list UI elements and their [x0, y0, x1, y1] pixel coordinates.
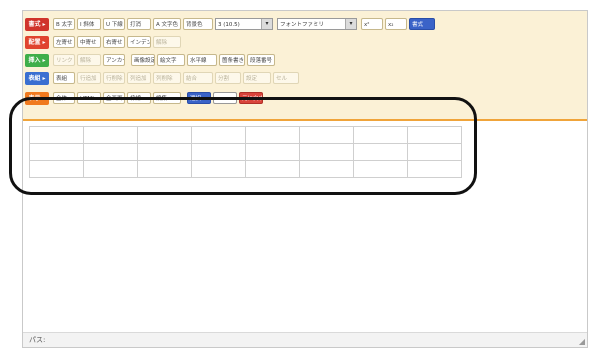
toolbar-button[interactable]: U 下線: [103, 18, 125, 30]
toolbar-button[interactable]: 列追加: [127, 72, 151, 84]
toolbar-button[interactable]: セル: [273, 72, 299, 84]
toolbar-button[interactable]: B 太字: [53, 18, 75, 30]
toolbar-button[interactable]: 絵文字: [157, 54, 185, 66]
toolbar-row-4: 表組 ▸ 表組 行追加 行削除 列追加 列削除 結合 分割 設定 セル: [25, 71, 585, 87]
chevron-down-icon: ▾: [345, 19, 356, 29]
toolbar-button[interactable]: 解除: [77, 54, 101, 66]
toolbar-row-2: 配置 ▸ 左寄せ中寄せ右寄せインデント解除: [25, 35, 585, 51]
toolbar-button[interactable]: 解除: [153, 36, 181, 48]
category-button-4[interactable]: 表組 ▸: [25, 72, 49, 85]
toolbar-button[interactable]: 打消: [127, 18, 151, 30]
toolbar-button[interactable]: x²: [361, 18, 383, 30]
table-highlight-annotation: [9, 97, 477, 195]
toolbar-button[interactable]: 行削除: [103, 72, 125, 84]
category-button-3[interactable]: 挿入 ▸: [25, 54, 49, 67]
toolbar-button[interactable]: 設定: [243, 72, 271, 84]
select-value: フォントファミリ: [280, 22, 325, 28]
category-button-1[interactable]: 書式 ▸: [25, 18, 49, 31]
resize-grip-icon[interactable]: ◢: [579, 337, 585, 346]
font-size-select[interactable]: 3 (10.5) ▾: [215, 18, 273, 30]
status-bar: パス: ◢: [23, 332, 587, 347]
toolbar-button[interactable]: I 斜体: [77, 18, 101, 30]
toolbar-button[interactable]: 分割: [215, 72, 241, 84]
toolbar-row-3: 挿入 ▸ リンク解除アンカー画像設定絵文字水平線箇条書き段落番号: [25, 53, 585, 69]
toolbar-button[interactable]: リンク: [53, 54, 75, 66]
element-path-label: パス:: [29, 336, 46, 344]
toolbar-button[interactable]: 右寄せ: [103, 36, 125, 48]
toolbar-button[interactable]: A 文字色: [153, 18, 181, 30]
toolbar-button[interactable]: 表組: [53, 72, 75, 84]
toolbar-button[interactable]: アンカー: [103, 54, 125, 66]
toolbar-button[interactable]: 書式: [409, 18, 435, 30]
font-family-select[interactable]: フォントファミリ ▾: [277, 18, 357, 30]
chevron-down-icon: ▾: [261, 19, 272, 29]
toolbar-button[interactable]: インデント: [127, 36, 151, 48]
toolbar-button[interactable]: 中寄せ: [77, 36, 101, 48]
toolbar-button[interactable]: 結合: [183, 72, 213, 84]
toolbar-button[interactable]: x₂: [385, 18, 407, 30]
toolbar-button[interactable]: 列削除: [153, 72, 181, 84]
category-button-2[interactable]: 配置 ▸: [25, 36, 49, 49]
toolbar-button[interactable]: 背景色: [183, 18, 213, 30]
toolbar-button[interactable]: 段落番号: [247, 54, 275, 66]
toolbar-button[interactable]: 行追加: [77, 72, 101, 84]
toolbar-button[interactable]: 左寄せ: [53, 36, 75, 48]
toolbar-button[interactable]: 水平線: [187, 54, 217, 66]
toolbar-button[interactable]: 画像設定: [131, 54, 155, 66]
toolbar-row-1: 書式 ▸ B 太字 I 斜体 U 下線 打消 A 文字色 背景色 3 (10.5) ▾ フォントフ…: [25, 17, 585, 33]
toolbar-button[interactable]: 箇条書き: [219, 54, 245, 66]
select-value: 3 (10.5): [218, 22, 240, 28]
